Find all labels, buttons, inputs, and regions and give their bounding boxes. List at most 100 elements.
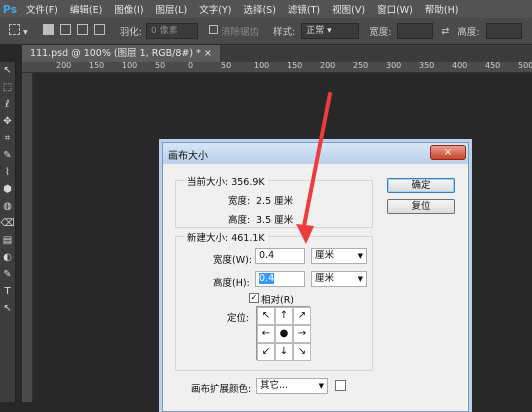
tool-icon[interactable]: ◍ xyxy=(0,198,15,215)
tool-icon[interactable]: ✥ xyxy=(0,113,15,130)
width-input[interactable] xyxy=(397,23,434,39)
intersect-selection-icon[interactable] xyxy=(91,24,108,38)
chevron-down-icon: ▼ xyxy=(357,275,363,283)
anchor-bottom-right[interactable]: ↘ xyxy=(293,343,311,361)
tool-icon[interactable]: ⌇ xyxy=(0,164,15,181)
ruler-tick-label: 400 xyxy=(452,62,468,70)
ruler-tick-label: 0 xyxy=(188,62,194,70)
feather-label: 羽化: xyxy=(119,27,142,38)
tool-icon[interactable]: T xyxy=(0,283,15,300)
anchor-bottom[interactable]: ↓ xyxy=(275,343,293,361)
width-label: 宽度: xyxy=(369,27,392,38)
chevron-down-icon: ▼ xyxy=(357,252,363,260)
options-bar: ▾ 羽化: 0 像素 消除锯齿 样式: 正常 ▾ 宽度: ⇄ 高度: xyxy=(0,18,532,45)
tool-icon[interactable]: ℓ xyxy=(0,96,15,113)
antialias-label: 消除锯齿 xyxy=(220,27,259,38)
ruler-tick-label: 500 xyxy=(518,62,532,70)
ruler-tick-label: 150 xyxy=(287,62,303,70)
anchor-top-right[interactable]: ↗ xyxy=(293,307,311,325)
tool-icon[interactable]: ⬢ xyxy=(0,181,15,198)
relative-label: 相对(R) xyxy=(261,295,295,306)
style-label: 样式: xyxy=(273,27,296,38)
tools-panel: ↖ ⬚ ℓ ✥ ⌗ ✎ ⌇ ⬢ ◍ ⌫ ▤ ◐ ✎ T ↖ xyxy=(0,62,16,402)
tool-icon[interactable]: ⌗ xyxy=(0,130,15,147)
ruler-tick-label: 50 xyxy=(155,62,166,70)
width-unit-select[interactable]: 厘米 ▼ xyxy=(311,248,367,264)
ruler-tick-label: 100 xyxy=(254,62,270,70)
width-label: 宽度(W): xyxy=(213,255,253,266)
menu-view[interactable]: 视图(V) xyxy=(326,2,371,16)
anchor-right[interactable]: → xyxy=(293,325,311,343)
add-selection-icon[interactable] xyxy=(57,24,74,38)
ruler-tick-label: 450 xyxy=(485,62,501,70)
tool-icon[interactable]: ✎ xyxy=(0,147,15,164)
antialias-checkbox[interactable] xyxy=(206,25,221,37)
menu-bar: Ps 文件(F) 编辑(E) 图像(I) 图层(L) 文字(Y) 选择(S) 滤… xyxy=(0,0,532,18)
width-input[interactable]: 0.4 xyxy=(255,248,305,264)
document-tab-bar: 111.psd @ 100% (图层 1, RGB/8#) * × xyxy=(22,45,532,62)
anchor-grid: ↖ ↑ ↗ ← ● → ↙ ↓ ↘ xyxy=(256,306,311,361)
anchor-label: 定位: xyxy=(227,313,250,324)
height-label: 高度: xyxy=(457,27,480,38)
relative-checkbox[interactable]: ✓ xyxy=(249,293,259,303)
current-width-label: 宽度: xyxy=(228,196,251,207)
anchor-top-left[interactable]: ↖ xyxy=(257,307,275,325)
tool-icon[interactable]: ▤ xyxy=(0,232,15,249)
menu-file[interactable]: 文件(F) xyxy=(20,2,64,16)
color-swatch[interactable] xyxy=(335,380,346,391)
ruler-tick-label: 200 xyxy=(320,62,336,70)
ruler-tick-label: 300 xyxy=(386,62,402,70)
tool-icon[interactable]: ✎ xyxy=(0,266,15,283)
menu-select[interactable]: 选择(S) xyxy=(237,2,281,16)
tool-icon[interactable]: ◐ xyxy=(0,249,15,266)
menu-window[interactable]: 窗口(W) xyxy=(371,2,419,16)
marquee-icon[interactable]: ▾ xyxy=(6,24,28,38)
anchor-center[interactable]: ● xyxy=(275,325,293,343)
close-button[interactable]: × xyxy=(430,145,466,160)
swap-icon[interactable]: ⇄ xyxy=(441,26,449,37)
ok-button[interactable]: 确定 xyxy=(387,178,455,193)
dialog-title: 画布大小 xyxy=(168,151,208,162)
current-width-value: 2.5 厘米 xyxy=(256,196,294,207)
anchor-bottom-left[interactable]: ↙ xyxy=(257,343,275,361)
ruler-tick-label: 250 xyxy=(353,62,369,70)
current-size-group: 当前大小: 356.9K 宽度: 2.5 厘米 高度: 3.5 厘米 xyxy=(175,174,373,228)
subtract-selection-icon[interactable] xyxy=(74,24,91,38)
anchor-left[interactable]: ← xyxy=(257,325,275,343)
chevron-down-icon: ▼ xyxy=(318,382,324,390)
feather-input[interactable]: 0 像素 xyxy=(145,23,198,39)
new-size-legend: 新建大小: 461.1K xyxy=(184,230,268,244)
height-input[interactable]: 0.4 xyxy=(255,271,305,287)
menu-layer[interactable]: 图层(L) xyxy=(150,2,194,16)
current-height-value: 3.5 厘米 xyxy=(256,215,294,226)
anchor-top[interactable]: ↑ xyxy=(275,307,293,325)
ruler-tick-label: 200 xyxy=(56,62,72,70)
height-input[interactable] xyxy=(485,23,522,39)
reset-button[interactable]: 复位 xyxy=(387,199,455,214)
style-select[interactable]: 正常 ▾ xyxy=(301,23,360,39)
tool-icon[interactable]: ↖ xyxy=(0,62,15,79)
new-selection-icon[interactable] xyxy=(40,24,57,38)
photoshop-logo: Ps xyxy=(2,2,18,16)
menu-edit[interactable]: 编辑(E) xyxy=(64,2,108,16)
menu-help[interactable]: 帮助(H) xyxy=(419,2,465,16)
tool-icon[interactable]: ↖ xyxy=(0,300,15,317)
current-size-legend: 当前大小: 356.9K xyxy=(184,174,268,188)
canvas-size-dialog: 画布大小 × 当前大小: 356.9K 宽度: 2.5 厘米 高度: 3.5 厘… xyxy=(162,142,469,412)
canvas-extension-color-label: 画布扩展颜色: xyxy=(191,384,252,395)
ruler-tick-label: 100 xyxy=(122,62,138,70)
height-unit-select[interactable]: 厘米 ▼ xyxy=(311,271,367,287)
height-label: 高度(H): xyxy=(213,278,250,289)
menu-filter[interactable]: 滤镜(T) xyxy=(282,2,326,16)
document-tab[interactable]: 111.psd @ 100% (图层 1, RGB/8#) * × xyxy=(22,45,220,62)
tool-icon[interactable]: ⬚ xyxy=(0,79,15,96)
current-height-label: 高度: xyxy=(228,215,251,226)
canvas-extension-color-select[interactable]: 其它... ▼ xyxy=(256,378,328,394)
ruler-tick-label: 350 xyxy=(419,62,435,70)
menu-type[interactable]: 文字(Y) xyxy=(193,2,237,16)
ruler-tick-label: 50 xyxy=(221,62,232,70)
ruler-tick-label: 150 xyxy=(89,62,105,70)
vertical-ruler xyxy=(22,73,33,402)
tool-icon[interactable]: ⌫ xyxy=(0,215,15,232)
menu-image[interactable]: 图像(I) xyxy=(108,2,149,16)
